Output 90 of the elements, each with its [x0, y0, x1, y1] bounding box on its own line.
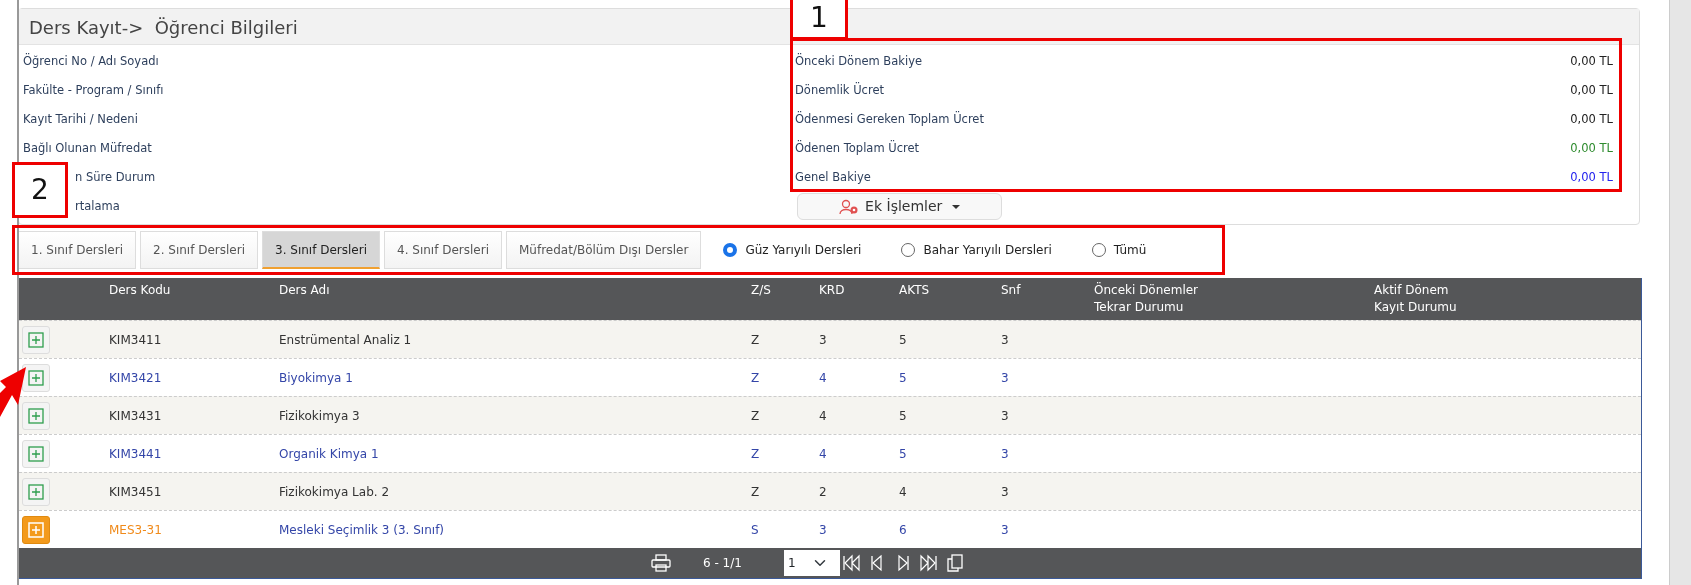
table-cell: 6 [899, 522, 907, 537]
field-label: Fakülte - Program / Sınıfı [23, 81, 164, 99]
field-label: rtalama [75, 197, 120, 215]
print-icon [651, 554, 671, 572]
table-cell: 3 [1001, 408, 1009, 423]
fee-label: Ödenmesi Gereken Toplam Ücret [795, 110, 984, 128]
semester-radio[interactable] [901, 243, 916, 257]
column-header: Aktif Dönem Kayıt Durumu [1374, 283, 1457, 314]
table-cell: 3 [1001, 522, 1009, 537]
table-cell: Organik Kimya 1 [279, 446, 379, 461]
fee-label: Dönemlik Ücret [795, 81, 884, 99]
first-page-icon[interactable] [841, 554, 860, 572]
table-cell: MES3-31 [109, 522, 162, 537]
fee-value: 0,00 TL [1570, 81, 1613, 99]
table-cell: Biyokimya 1 [279, 370, 353, 385]
plus-icon [27, 330, 45, 349]
plus-icon [27, 444, 45, 463]
table-cell: Z [751, 484, 760, 499]
semester-radio[interactable] [723, 243, 738, 257]
table-cell: 4 [819, 370, 827, 385]
scrollbar[interactable] [1669, 0, 1691, 585]
plus-icon [27, 368, 45, 387]
table-cell: Mesleki Seçimlik 3 (3. Sınıf) [279, 522, 445, 537]
table-cell: 3 [819, 332, 827, 347]
last-page-icon[interactable] [919, 554, 938, 572]
table-cell: KIM3421 [109, 370, 162, 385]
copy-icon[interactable] [945, 554, 964, 572]
class-tab[interactable]: 4. Sınıf Dersleri [384, 231, 502, 269]
plus-icon [27, 406, 45, 425]
table-cell: 3 [1001, 446, 1009, 461]
column-header: AKTS [899, 283, 930, 297]
fee-value: 0,00 TL [1570, 168, 1613, 186]
radio-label: Bahar Yarıyılı Dersleri [923, 242, 1052, 259]
user-gear-icon [839, 198, 860, 215]
semester-radio[interactable] [1091, 243, 1106, 257]
field-label: Öğrenci No / Adı Soyadı [23, 52, 159, 70]
class-tab[interactable]: 3. Sınıf Dersleri [262, 231, 380, 269]
table-cell: KIM3411 [109, 332, 162, 347]
page-select[interactable]: 1 [783, 550, 840, 576]
fee-label: Önceki Dönem Bakiye [795, 52, 923, 70]
column-header: Snf [1001, 283, 1021, 297]
table-cell: S [751, 522, 759, 537]
table-cell: 4 [899, 484, 907, 499]
table-cell: 3 [1001, 370, 1009, 385]
table-cell: 4 [819, 446, 827, 461]
fee-label: Genel Bakiye [795, 168, 871, 186]
table-cell: 4 [819, 408, 827, 423]
table-cell: Enstrümental Analiz 1 [279, 332, 412, 347]
class-tab[interactable]: Müfredat/Bölüm Dışı Dersler [506, 231, 702, 269]
column-header: Ders Adı [279, 283, 330, 297]
class-tab[interactable]: 1. Sınıf Dersleri [18, 231, 136, 269]
table-cell: Z [751, 332, 760, 347]
fee-value: 0,00 TL [1570, 110, 1613, 128]
radio-label: Tümü [1113, 242, 1147, 259]
field-label: n Süre Durum [75, 168, 156, 186]
add-course-button[interactable] [22, 515, 50, 544]
table-cell: Z [751, 446, 760, 461]
column-header: Önceki Dönemler Tekrar Durumu [1094, 283, 1199, 314]
table-cell: 5 [899, 446, 907, 461]
callout-number: 2 [12, 162, 68, 218]
plus-icon [27, 482, 45, 501]
field-label: Kayıt Tarihi / Nedeni [23, 110, 138, 128]
table-cell: Z [751, 408, 760, 423]
table-cell: KIM3451 [109, 484, 162, 499]
column-header: Ders Kodu [109, 283, 171, 297]
plus-icon [27, 520, 45, 539]
table-cell: KIM3431 [109, 408, 162, 423]
table-cell: 3 [1001, 332, 1009, 347]
table-cell: Fizikokimya 3 [279, 408, 360, 423]
page-summary: 6 - 1/1 [703, 555, 742, 572]
table-cell: Fizikokimya Lab. 2 [279, 484, 390, 499]
field-label: Bağlı Olunan Müfredat [23, 139, 152, 157]
table-cell: 2 [819, 484, 827, 499]
extra-actions-button[interactable]: Ek İşlemler [797, 193, 1002, 220]
table-cell: 5 [899, 408, 907, 423]
fee-value: 0,00 TL [1570, 139, 1613, 157]
fee-value: 0,00 TL [1570, 52, 1613, 70]
column-header: KRD [819, 283, 845, 297]
table-cell: 3 [1001, 484, 1009, 499]
table-cell: 5 [899, 332, 907, 347]
table-cell: 5 [899, 370, 907, 385]
radio-label: Güz Yarıyılı Dersleri [745, 242, 862, 259]
table-cell: Z [751, 370, 760, 385]
table-cell: 3 [819, 522, 827, 537]
table-cell: KIM3441 [109, 446, 162, 461]
fee-label: Ödenen Toplam Ücret [795, 139, 920, 157]
panel-title: Ders Kayıt-> Öğrenci Bilgileri [29, 17, 298, 38]
class-tab[interactable]: 2. Sınıf Dersleri [140, 231, 258, 269]
callout-number: 1 [790, 0, 848, 40]
column-header: Z/S [751, 283, 771, 297]
